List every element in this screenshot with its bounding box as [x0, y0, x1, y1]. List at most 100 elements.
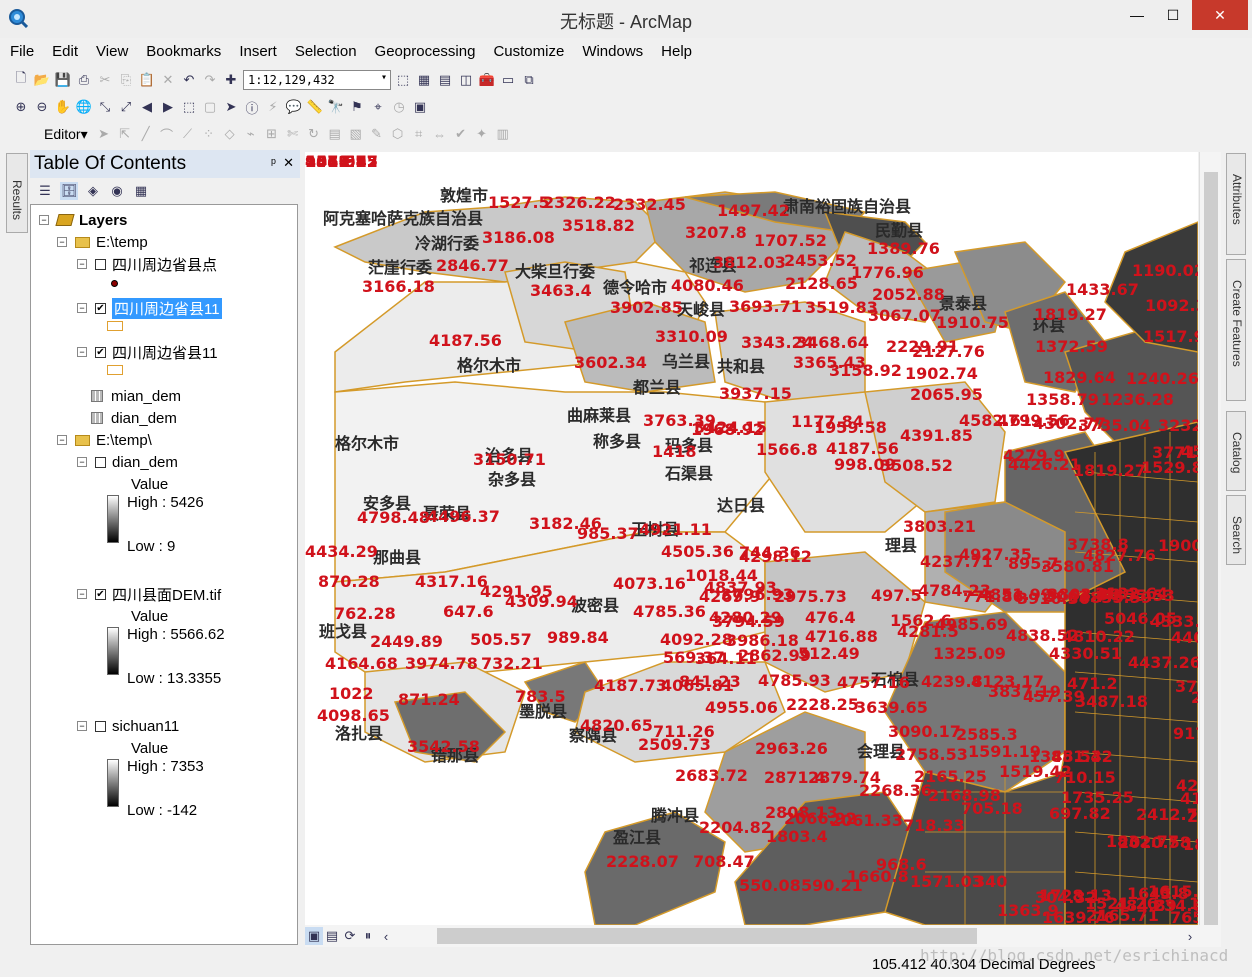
zoom-in-icon[interactable]: ⊕: [12, 98, 30, 116]
collapse-icon[interactable]: −: [77, 589, 87, 599]
layers-frame[interactable]: − Layers: [39, 209, 127, 231]
go-to-xy-icon[interactable]: ⌖: [369, 98, 387, 116]
results-tab[interactable]: Results: [6, 153, 28, 233]
fix-error-icon[interactable]: ✦: [473, 125, 491, 143]
delete-icon[interactable]: ✕: [159, 71, 177, 89]
error-inspector-icon[interactable]: ▥: [494, 125, 512, 143]
close-icon[interactable]: ✕: [283, 155, 294, 170]
endpoint-arc-icon[interactable]: ⌒: [158, 125, 176, 143]
visibility-checkbox[interactable]: ✔: [95, 302, 106, 314]
edit-vertices-icon[interactable]: ◇: [221, 125, 239, 143]
layer-county-points[interactable]: − 四川周边省县点: [77, 253, 217, 275]
menu-help[interactable]: Help: [651, 40, 700, 64]
menu-customize[interactable]: Customize: [483, 40, 572, 64]
maximize-button[interactable]: ☐: [1156, 0, 1190, 30]
redo-icon[interactable]: ↷: [201, 71, 219, 89]
map-view[interactable]: 敦煌市 阿克塞哈萨克族自治县 冷湖行委 肃南裕固族自治县 民勤县 茫崖行委 大柴旦行委 祁连县…: [305, 152, 1198, 925]
folder-temp2[interactable]: − E:\temp\: [57, 429, 152, 451]
map-vertical-scrollbar[interactable]: [1199, 152, 1221, 942]
layer-sichuan-dem[interactable]: − ✔ 四川县面DEM.tif: [77, 583, 221, 605]
pause-drawing-icon[interactable]: ⏸: [359, 927, 377, 945]
select-elements-icon[interactable]: ➤: [222, 98, 240, 116]
editor-menu[interactable]: Editor▾: [40, 126, 92, 143]
hyperlink-icon[interactable]: ⚡: [264, 98, 282, 116]
menu-view[interactable]: View: [86, 40, 136, 64]
menu-geoprocessing[interactable]: Geoprocessing: [365, 40, 484, 64]
table-dian-dem[interactable]: dian_dem: [91, 407, 177, 429]
edit-tool-icon[interactable]: ➤: [95, 125, 113, 143]
pan-icon[interactable]: ✋: [54, 98, 72, 116]
data-view-icon[interactable]: ▣: [305, 927, 323, 945]
horizontal-scroll-thumb[interactable]: [437, 928, 977, 944]
create-features-tab[interactable]: Create Features: [1226, 259, 1246, 401]
paste-icon[interactable]: 📋: [138, 71, 156, 89]
identify-icon[interactable]: ⓘ: [243, 98, 261, 116]
topology-icon[interactable]: ⬡: [389, 125, 407, 143]
pin-icon[interactable]: ᵖ: [271, 155, 276, 170]
edit-annotation-icon[interactable]: ⇱: [116, 125, 134, 143]
layer-county-poly[interactable]: − ✔ 四川周边省县11: [77, 341, 218, 363]
forward-extent-icon[interactable]: ▶: [159, 98, 177, 116]
arctoolbox-icon[interactable]: 🧰: [478, 71, 496, 89]
collapse-icon[interactable]: −: [57, 237, 67, 247]
visibility-checkbox[interactable]: [95, 258, 106, 270]
table-mian-dem[interactable]: mian_dem: [91, 385, 181, 407]
validate-icon[interactable]: ✔: [452, 125, 470, 143]
layer-sichuan11[interactable]: − sichuan11: [77, 715, 179, 737]
minimize-button[interactable]: —: [1120, 0, 1154, 30]
open-folder-icon[interactable]: 📂: [33, 71, 51, 89]
editor-toolbar-icon[interactable]: ⬚: [394, 71, 412, 89]
catalog-tab[interactable]: Catalog: [1226, 411, 1246, 491]
list-by-source-icon[interactable]: 🗄: [60, 182, 78, 200]
fixed-zoom-out-icon[interactable]: ⤢: [117, 98, 135, 116]
python-window-icon[interactable]: ▭: [499, 71, 517, 89]
save-icon[interactable]: 💾: [54, 71, 72, 89]
visibility-checkbox[interactable]: ✔: [95, 588, 106, 600]
scroll-left-icon[interactable]: ‹: [377, 927, 395, 945]
collapse-icon[interactable]: −: [77, 303, 87, 313]
new-document-icon[interactable]: 🗋: [12, 70, 30, 89]
trace-icon[interactable]: ⟋: [179, 125, 197, 143]
menu-windows[interactable]: Windows: [572, 40, 651, 64]
time-slider-icon[interactable]: ◷: [390, 98, 408, 116]
fixed-zoom-in-icon[interactable]: ⤡: [96, 98, 114, 116]
visibility-checkbox[interactable]: [95, 720, 106, 732]
search-tab[interactable]: Search: [1226, 495, 1246, 565]
collapse-icon[interactable]: −: [77, 721, 87, 731]
split-icon[interactable]: ✄: [284, 125, 302, 143]
point-icon[interactable]: ⁘: [200, 125, 218, 143]
georef-icon[interactable]: ⌗: [410, 125, 428, 143]
close-button[interactable]: ✕: [1192, 0, 1248, 30]
create-features-icon[interactable]: ✎: [368, 125, 386, 143]
cut-polygons-icon[interactable]: ⊞: [263, 125, 281, 143]
scroll-thumb[interactable]: [1204, 172, 1218, 942]
find-route-icon[interactable]: ⚑: [348, 98, 366, 116]
collapse-icon[interactable]: −: [77, 457, 87, 467]
list-by-selection-icon[interactable]: ◉: [108, 182, 126, 200]
layer-dian-dem[interactable]: − dian_dem: [77, 451, 178, 473]
reshape-icon[interactable]: ⌁: [242, 125, 260, 143]
select-features-icon[interactable]: ⬚: [180, 98, 198, 116]
undo-icon[interactable]: ↶: [180, 71, 198, 89]
collapse-icon[interactable]: −: [77, 259, 87, 269]
collapse-icon[interactable]: −: [77, 347, 87, 357]
add-data-icon[interactable]: ✚: [222, 71, 240, 89]
model-builder-icon[interactable]: ⧉: [520, 71, 538, 89]
measure-icon[interactable]: 📏: [306, 98, 324, 116]
copy-icon[interactable]: ⎘: [117, 71, 135, 89]
sketch-properties-icon[interactable]: ▧: [347, 125, 365, 143]
menu-edit[interactable]: Edit: [42, 40, 86, 64]
menu-insert[interactable]: Insert: [229, 40, 285, 64]
clear-selection-icon[interactable]: ▢: [201, 98, 219, 116]
rotate-icon[interactable]: ↻: [305, 125, 323, 143]
visibility-checkbox[interactable]: ✔: [95, 346, 106, 358]
spatial-adjust-icon[interactable]: ⇔: [431, 125, 449, 143]
back-extent-icon[interactable]: ◀: [138, 98, 156, 116]
straight-segment-icon[interactable]: ╱: [137, 125, 155, 143]
attributes-icon[interactable]: ▤: [326, 125, 344, 143]
toc-options-icon[interactable]: ▦: [132, 182, 150, 200]
layer-county-poly-selected[interactable]: − ✔ 四川周边省县11: [77, 297, 222, 319]
full-extent-icon[interactable]: 🌐: [75, 98, 93, 116]
find-icon[interactable]: 🔭: [327, 98, 345, 116]
collapse-icon[interactable]: −: [39, 215, 49, 225]
